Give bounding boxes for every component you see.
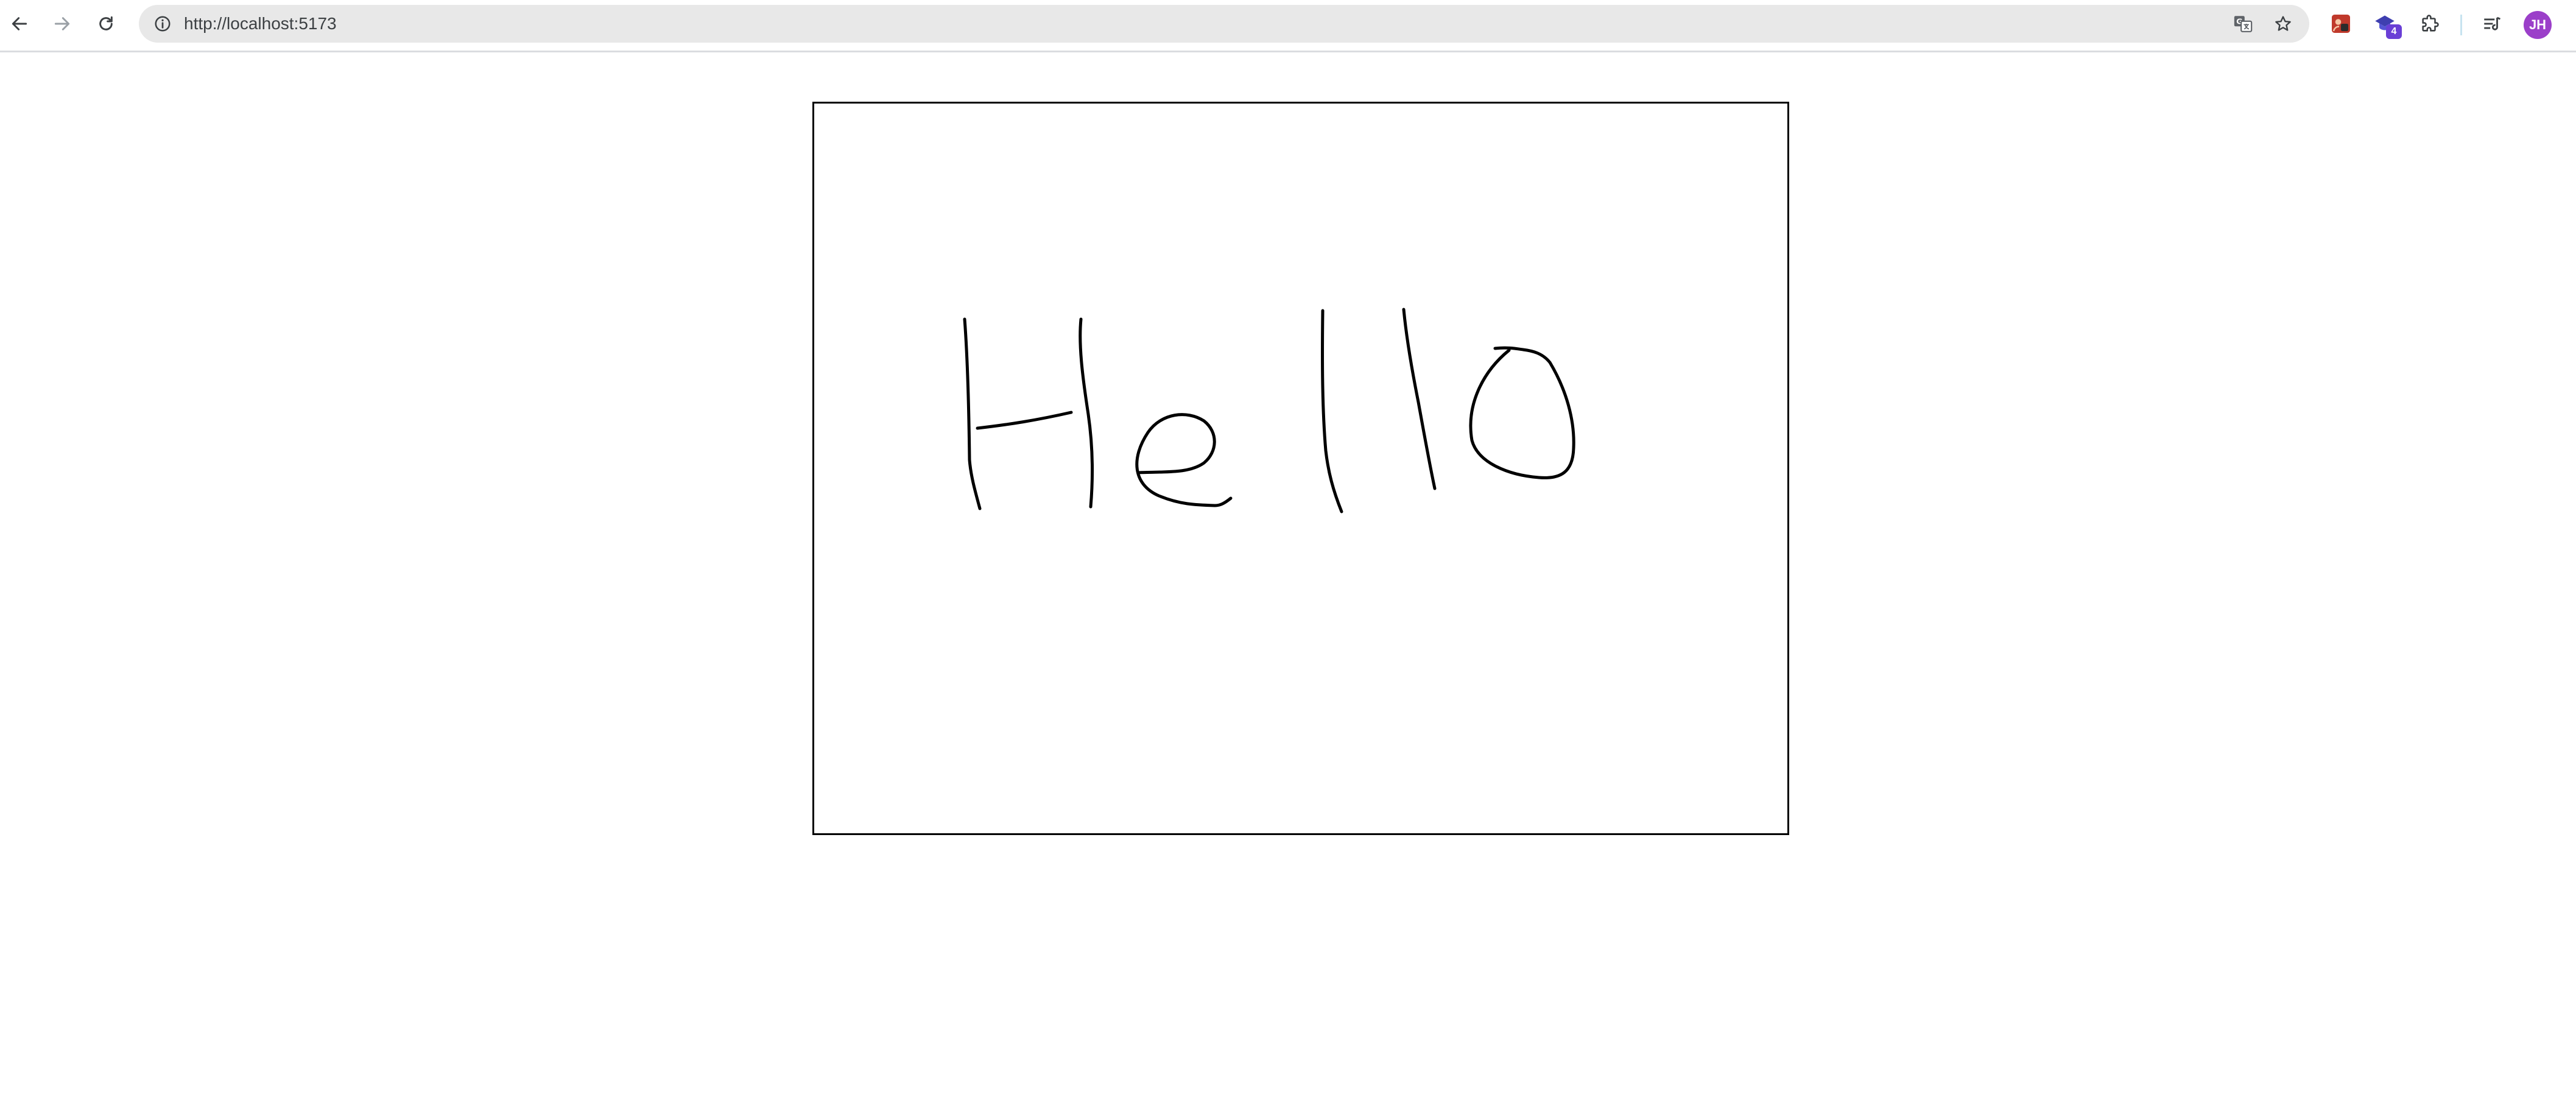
- extension-button-red[interactable]: [2324, 7, 2358, 41]
- profile-avatar[interactable]: JH: [2524, 11, 2552, 39]
- red-extension-icon: [2332, 15, 2350, 33]
- translate-button[interactable]: G: [2228, 9, 2258, 39]
- forward-button[interactable]: [45, 7, 79, 41]
- stroke-h-right: [1079, 317, 1094, 509]
- stroke-h-bar: [976, 411, 1073, 430]
- puzzle-icon: [2422, 15, 2439, 32]
- address-bar[interactable]: http://localhost:5173 G: [139, 5, 2309, 43]
- bookmark-button[interactable]: [2268, 9, 2298, 39]
- reading-list-icon: [2484, 16, 2501, 30]
- info-icon: [155, 16, 171, 32]
- stroke-o: [1469, 346, 1575, 479]
- reading-list-button[interactable]: [2475, 7, 2509, 41]
- stroke-e: [1135, 413, 1233, 507]
- translate-icon: G: [2234, 16, 2253, 32]
- stroke-h-left: [963, 317, 982, 510]
- extension-badge: 4: [2386, 24, 2402, 39]
- back-arrow-icon: [12, 17, 27, 30]
- toolbar-divider: [2460, 15, 2462, 35]
- hello-drawing: [963, 308, 1575, 513]
- site-info-button[interactable]: [147, 9, 178, 39]
- forward-arrow-icon: [54, 17, 70, 30]
- url-text[interactable]: http://localhost:5173: [184, 5, 337, 43]
- reload-icon: [99, 16, 113, 30]
- star-icon: [2275, 16, 2291, 31]
- stroke-l1: [1321, 309, 1343, 513]
- drawing-canvas[interactable]: [812, 102, 1789, 835]
- stroke-l2: [1402, 308, 1437, 490]
- extensions-menu-button[interactable]: [2413, 7, 2447, 41]
- back-button[interactable]: [2, 7, 37, 41]
- browser-toolbar: http://localhost:5173 G 4 JH: [0, 0, 2576, 52]
- reload-button[interactable]: [89, 7, 123, 41]
